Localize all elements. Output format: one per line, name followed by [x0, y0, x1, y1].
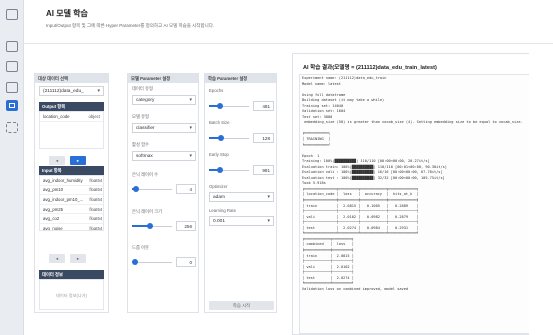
batch-size-value[interactable]: 128	[253, 133, 274, 143]
move-left-button[interactable]: ◂	[49, 156, 65, 165]
optimizer-label: Optimizer	[209, 184, 228, 189]
start-training-button[interactable]: 학습 시작	[209, 301, 274, 310]
learning-rate-input[interactable]: 0.001	[209, 216, 274, 226]
data-type-label: 데이터 유형	[132, 86, 153, 91]
main-content: AI 모델 학습 Input/Output 항목 및 그에 따른 Hyper P…	[24, 0, 553, 335]
hidden-layers-slider[interactable]	[132, 185, 172, 193]
batch-size-slider[interactable]	[209, 134, 249, 142]
input-row[interactable]: avg_indoor_humidity float64	[40, 176, 103, 186]
input-name: avg_indoor_humidity	[40, 176, 87, 186]
output-name: location_code	[40, 112, 81, 122]
train-params-caption: 학습 Parameter 설정	[205, 74, 276, 83]
settings-icon[interactable]	[6, 122, 18, 133]
input-type: float64	[86, 176, 103, 186]
early-stop-value[interactable]: 981	[253, 165, 274, 175]
input-move-right-button[interactable]: ▸	[70, 254, 86, 263]
hidden-size-label: 은닉 레이어 크기	[132, 209, 163, 214]
model-icon[interactable]	[6, 100, 18, 111]
data-info-text: 데이터 정보(나가)	[39, 279, 104, 310]
model-params-panel: 모델 Parameter 설정 데이터 유형 category 모델 유형 cl…	[127, 73, 199, 313]
data-type-select[interactable]: category	[132, 95, 196, 105]
grid-icon[interactable]	[6, 41, 18, 52]
output-list: location_code object	[39, 111, 104, 149]
input-type: float64	[86, 213, 103, 224]
sidebar-rail	[0, 0, 24, 335]
model-params-caption: 모델 Parameter 설정	[128, 74, 198, 83]
dropout-value[interactable]: 0	[176, 257, 196, 267]
input-type: float64	[86, 204, 103, 215]
input-caption: Input 항목	[39, 166, 104, 175]
epochs-slider[interactable]	[209, 102, 249, 110]
input-list: avg_indoor_humidity float64 avg_pm10 float…	[39, 175, 104, 231]
input-row[interactable]: avg_indoor_pm10_... float64	[40, 194, 103, 205]
dropout-label: 드롭 아웃	[132, 245, 150, 250]
data-panel: 대상 데이터 선택 (211112)data_edu_ Output 항목 lo…	[34, 73, 109, 313]
optimizer-select[interactable]: adam	[209, 192, 274, 202]
input-type: float64	[86, 194, 103, 205]
page-header: AI 모델 학습 Input/Output 항목 및 그에 따른 Hyper P…	[24, 0, 553, 44]
input-name: avg_pm25	[40, 204, 87, 215]
input-move-left-button[interactable]: ◂	[49, 254, 65, 263]
input-name: avg_pm10	[40, 185, 87, 196]
output-row[interactable]: location_code object	[40, 112, 103, 122]
app-frame: AI 모델 학습 Input/Output 항목 및 그에 따른 Hyper P…	[0, 0, 553, 335]
training-log: Experiment name: (211112)data_edu_train M…	[299, 74, 529, 334]
input-name: avg_co2	[40, 213, 87, 224]
hidden-size-value[interactable]: 256	[176, 221, 196, 231]
activation-select[interactable]: softmax	[132, 151, 196, 161]
input-name: avg_noise	[40, 223, 87, 230]
input-row[interactable]: avg_co2 float64	[40, 213, 103, 224]
output-caption: Output 항목	[39, 102, 104, 111]
chart-icon[interactable]	[6, 61, 18, 72]
input-row[interactable]: avg_pm25 float64	[40, 204, 103, 215]
early-stop-label: Early Stop	[209, 152, 229, 157]
input-row[interactable]: avg_pm10 float64	[40, 185, 103, 196]
input-name: avg_indoor_pm10_...	[40, 194, 87, 205]
input-row[interactable]: avg_noise float64	[40, 223, 103, 230]
output-type: object	[80, 112, 103, 122]
train-params-panel: 학습 Parameter 설정 Epochs 481 Batch Size 12…	[204, 73, 277, 313]
data-info-caption: 데이터 정보	[39, 270, 104, 279]
early-stop-slider[interactable]	[209, 166, 249, 174]
input-type: float64	[86, 223, 103, 230]
move-right-button[interactable]: ▸	[70, 156, 86, 165]
dropout-slider[interactable]	[132, 258, 172, 266]
page-title: AI 모델 학습	[46, 9, 88, 18]
activation-label: 활성 함수	[132, 142, 150, 147]
dataset-select[interactable]: (211112)data_edu_	[39, 86, 104, 96]
result-title: AI 학습 결과(모델명 = (211112)data_edu_train_la…	[303, 65, 437, 71]
model-type-select[interactable]: classifier	[132, 123, 196, 133]
log-line: Validation loss on combined improved, mo…	[302, 286, 409, 291]
log-line: embedding_size (50) is greater than voca…	[302, 120, 523, 125]
table-icon[interactable]	[6, 82, 18, 93]
input-type: float64	[86, 185, 103, 196]
hidden-layers-label: 은닉 레이어 수	[132, 172, 159, 177]
hidden-layers-value[interactable]: 4	[176, 184, 196, 194]
epochs-value[interactable]: 481	[253, 101, 274, 111]
data-panel-caption: 대상 데이터 선택	[35, 74, 108, 83]
learning-rate-label: Learning Rate	[209, 208, 236, 213]
batch-size-label: Batch Size	[209, 120, 230, 125]
result-panel: AI 학습 결과(모델명 = (211112)data_edu_train_la…	[292, 53, 529, 335]
hidden-size-slider[interactable]	[132, 222, 172, 230]
epochs-label: Epochs	[209, 88, 224, 93]
model-type-label: 모델 유형	[132, 114, 150, 119]
log-lines: Experiment name: (211112)data_edu_train M…	[300, 75, 529, 293]
list-icon[interactable]	[6, 9, 18, 20]
page-subtitle: Input/Output 항목 및 그에 따른 Hyper Parameter를…	[46, 23, 215, 28]
